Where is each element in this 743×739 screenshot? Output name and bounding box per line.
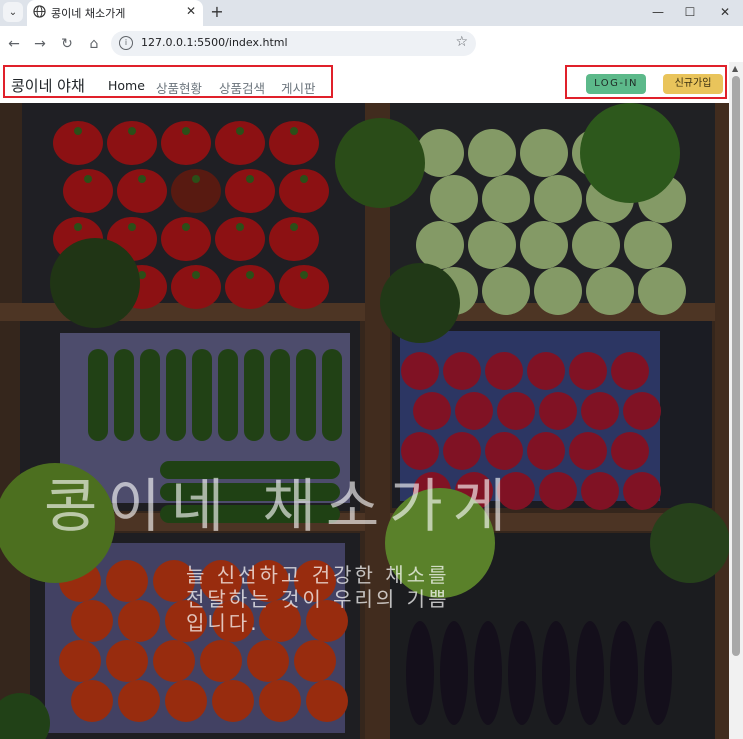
minimize-button[interactable]: — <box>644 2 672 22</box>
hero-subtitle-line: 전달하는 것이 우리의 기쁨 <box>186 587 450 611</box>
nav-link-board[interactable]: 게시판 <box>281 78 316 97</box>
scroll-up-arrow-icon[interactable]: ▲ <box>732 64 738 73</box>
browser-tab[interactable]: 콩이네 채소가게 ✕ <box>27 0 203 26</box>
maximize-button[interactable]: ☐ <box>676 2 704 22</box>
url-text[interactable]: 127.0.0.1:5500/index.html <box>141 36 288 49</box>
star-icon[interactable]: ☆ <box>455 34 468 50</box>
signup-button[interactable]: 신규가입 <box>663 74 723 94</box>
hero-section: 콩이네 채소가게 늘 신선하고 건강한 채소를 전달하는 것이 우리의 기쁨 입… <box>0 103 729 739</box>
window-close-button[interactable]: ✕ <box>711 2 739 22</box>
nav-link-search[interactable]: 상품검색 <box>219 78 265 97</box>
close-tab-icon[interactable]: ✕ <box>186 4 196 18</box>
hero-subtitle-line: 입니다. <box>186 611 260 635</box>
hero-title: 콩이네 채소가게 <box>44 472 516 540</box>
new-tab-button[interactable]: + <box>208 2 226 22</box>
browser-tabstrip: ⌄ 콩이네 채소가게 ✕ + — ☐ ✕ <box>0 0 743 26</box>
nav-right-highlight: LOG-IN 신규가입 <box>565 65 727 99</box>
browser-toolbar: ← → ↻ ⌂ i 127.0.0.1:5500/index.html ☆ <box>0 26 743 63</box>
brand-logo[interactable]: 콩이네 야채 <box>11 75 85 96</box>
nav-link-products[interactable]: 상품현황 <box>156 78 202 97</box>
vegetable-crates-image <box>0 103 729 739</box>
tab-search-button[interactable]: ⌄ <box>3 2 23 22</box>
site-navbar: 콩이네 야채 Home 상품현황 상품검색 게시판 LOG-IN 신규가입 <box>0 62 729 103</box>
nav-link-home[interactable]: Home <box>108 78 145 93</box>
reload-button[interactable]: ↻ <box>57 34 77 54</box>
forward-button[interactable]: → <box>30 34 50 54</box>
globe-icon <box>33 5 46 18</box>
hero-subtitle-line: 늘 신선하고 건강한 채소를 <box>186 563 450 587</box>
nav-left-highlight: 콩이네 야채 Home 상품현황 상품검색 게시판 <box>3 65 333 98</box>
tab-title: 콩이네 채소가게 <box>51 7 126 20</box>
address-bar[interactable]: i 127.0.0.1:5500/index.html ☆ <box>111 31 476 56</box>
site-info-icon[interactable]: i <box>119 36 133 50</box>
scroll-thumb[interactable] <box>732 76 740 656</box>
hero-subtitle: 늘 신선하고 건강한 채소를 전달하는 것이 우리의 기쁨 입니다. <box>186 563 566 635</box>
page-viewport: 콩이네 야채 Home 상품현황 상품검색 게시판 LOG-IN 신규가입 콩이… <box>0 62 743 739</box>
login-button[interactable]: LOG-IN <box>586 74 646 94</box>
home-button[interactable]: ⌂ <box>84 34 104 54</box>
page-scrollbar[interactable]: ▲ <box>729 62 743 739</box>
back-button[interactable]: ← <box>4 34 24 54</box>
chevron-down-icon: ⌄ <box>8 6 18 18</box>
